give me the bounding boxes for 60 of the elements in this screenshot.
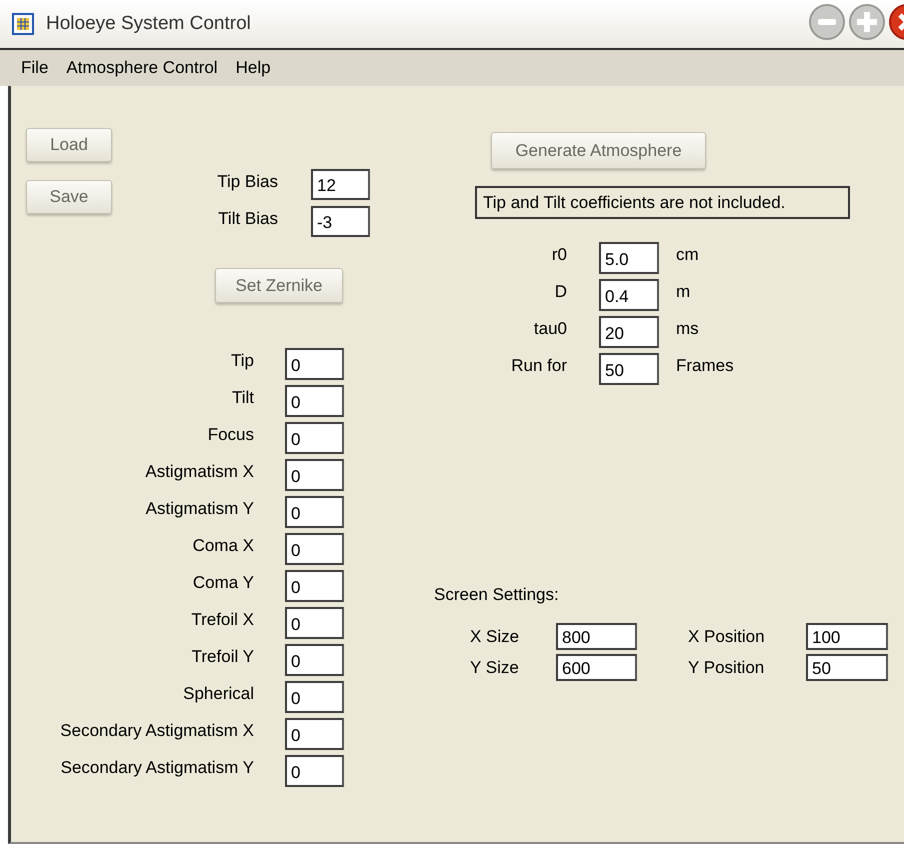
file-button[interactable]: Save (26, 180, 112, 214)
field-label: Tip Bias (216, 172, 278, 192)
field-label: Tilt Bias (217, 208, 278, 228)
field-label: Coma Y (192, 573, 254, 593)
field-label: Secondary Astigmatism Y (60, 758, 254, 778)
input-field[interactable]: 0 (285, 644, 344, 676)
input-field[interactable]: 0 (285, 533, 344, 565)
input-field[interactable]: 0 (285, 681, 344, 713)
unit-label: m (676, 282, 692, 302)
input-field[interactable]: 0 (285, 755, 344, 787)
menu-item[interactable]: File (12, 58, 58, 78)
menu-item[interactable]: Atmosphere Control (57, 58, 227, 78)
field-label: Tip (230, 351, 254, 371)
field-label: Coma X (192, 536, 254, 556)
field-label: X Size (470, 626, 520, 646)
input-field[interactable]: 0 (285, 718, 344, 750)
field-label: Spherical (182, 684, 254, 704)
input-field[interactable]: -3 (311, 206, 370, 237)
field-label: Run for (510, 356, 567, 376)
input-field[interactable]: 12 (311, 169, 370, 200)
field-label: Tilt (230, 388, 254, 408)
info-message: Tip and Tilt coefficients are not included. (475, 186, 850, 219)
input-field[interactable]: 0 (285, 607, 344, 639)
unit-label: ms (676, 319, 700, 339)
input-field[interactable]: 50 (806, 654, 888, 681)
field-label: Secondary Astigmatism X (59, 721, 254, 741)
field-label: Y Size (470, 658, 520, 678)
app-icon (12, 13, 34, 35)
input-field[interactable]: 100 (806, 623, 888, 650)
field-label: Focus (206, 425, 254, 445)
input-field[interactable]: 0 (285, 570, 344, 602)
input-field[interactable]: 0 (285, 385, 344, 417)
input-field[interactable]: 600 (556, 654, 637, 681)
field-label: Astigmatism X (144, 462, 254, 482)
input-field[interactable]: 800 (556, 623, 637, 650)
field-label: r0 (550, 245, 567, 265)
field-label: Trefoil Y (190, 647, 254, 667)
unit-label: Frames (676, 356, 735, 376)
field-label: Astigmatism Y (144, 499, 254, 519)
menu-item[interactable]: Help (226, 58, 280, 78)
field-label: tau0 (532, 319, 567, 339)
field-label: X Position (688, 626, 766, 646)
input-field[interactable]: 0 (285, 422, 344, 454)
window-title: Holoeye System Control (46, 13, 251, 35)
input-field[interactable]: 0 (285, 348, 344, 380)
input-field[interactable]: 50 (599, 353, 659, 385)
input-field[interactable]: 20 (599, 316, 659, 348)
generate-atmosphere-button[interactable]: Generate Atmosphere (491, 132, 706, 169)
set-zernike-button[interactable]: Set Zernike (215, 268, 343, 303)
field-label: Y Position (688, 658, 766, 678)
field-label: Trefoil X (190, 610, 254, 630)
input-field[interactable]: 0 (285, 459, 344, 491)
unit-label: cm (676, 245, 700, 265)
input-field[interactable]: 0.4 (599, 279, 659, 311)
field-label: D (554, 282, 567, 302)
section-label: Screen Settings: (434, 585, 560, 605)
minimize-icon[interactable] (808, 2, 846, 42)
input-field[interactable]: 5.0 (599, 242, 659, 274)
file-button[interactable]: Load (26, 128, 112, 162)
input-field[interactable]: 0 (285, 496, 344, 528)
